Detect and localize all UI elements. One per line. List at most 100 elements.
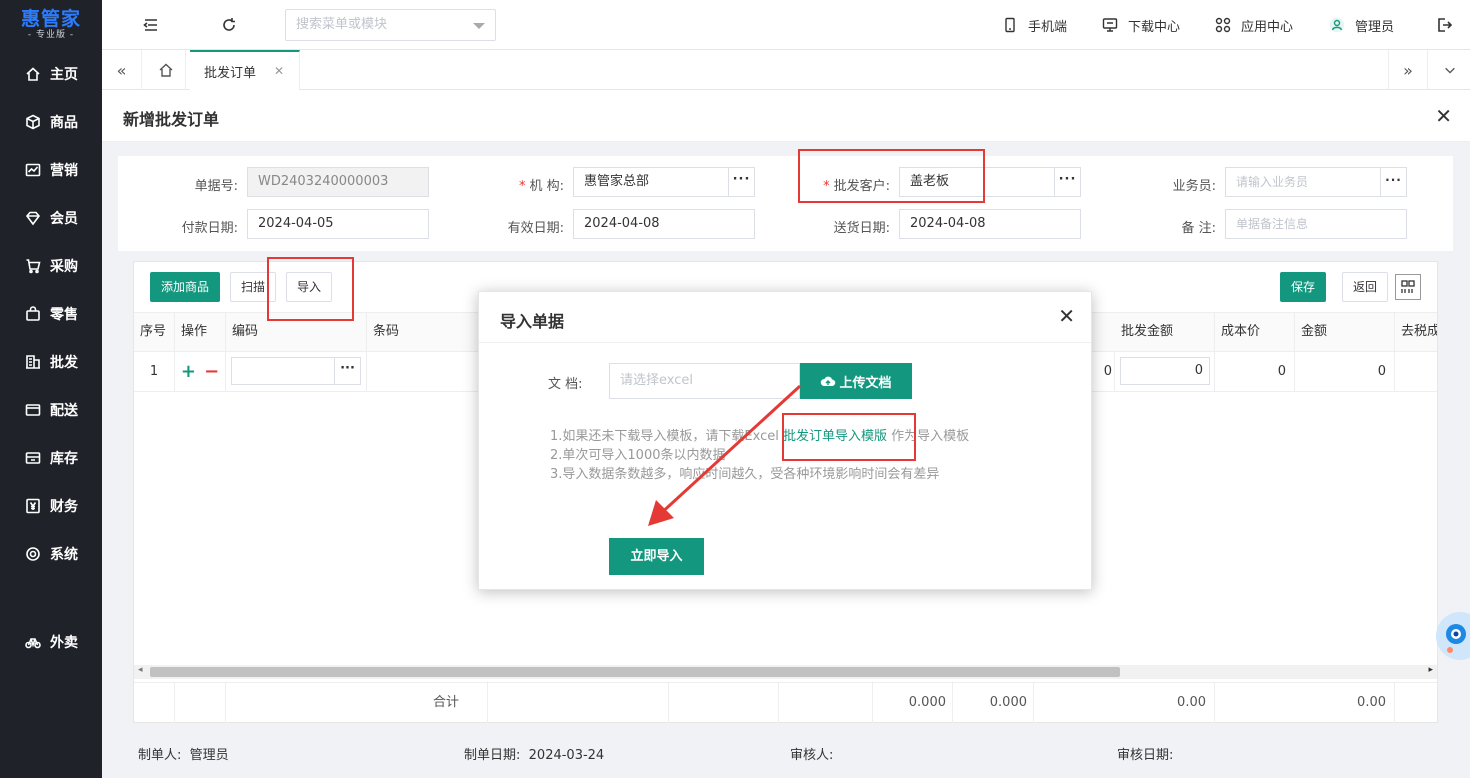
more-dots-icon[interactable]: ··· <box>728 168 754 196</box>
sidebar-item-3[interactable]: 会员 <box>0 194 102 242</box>
salesman-input[interactable]: 请输入业务员 ··· <box>1225 167 1407 197</box>
bike-icon <box>24 633 42 651</box>
code-input[interactable]: ··· <box>231 357 361 385</box>
download-center-link[interactable]: 下载中心 <box>1102 15 1180 35</box>
dialog-close-icon[interactable]: ✕ <box>1058 304 1075 328</box>
add-goods-button[interactable]: 添加商品 <box>150 272 221 302</box>
truck-icon <box>24 401 42 419</box>
excel-file-input[interactable]: 请选择excel <box>609 363 800 399</box>
column-settings-icon[interactable] <box>1395 274 1421 300</box>
audit-date-info: 审核日期: <box>1117 748 1174 763</box>
more-dots-icon[interactable]: ··· <box>1054 168 1080 196</box>
cloud-upload-icon <box>821 376 836 386</box>
app-center-link[interactable]: 应用中心 <box>1215 15 1293 35</box>
save-button[interactable]: 保存 <box>1280 272 1327 302</box>
apps-label: 应用中心 <box>1241 19 1294 35</box>
logo-text: 惠管家 <box>20 8 81 30</box>
sidebar-item-label: 采购 <box>50 259 78 275</box>
scan-button[interactable]: 扫描 <box>230 272 277 302</box>
sidebar-item-label: 营销 <box>50 163 78 179</box>
col-header: 金额 <box>1295 313 1395 351</box>
remark-input[interactable]: 单据备注信息 <box>1225 209 1407 239</box>
more-dots-icon[interactable]: ··· <box>334 358 360 384</box>
tip-1: 1.如果还未下载导入模板，请下载Excel 批发订单导入模版 作为导入模板 <box>550 429 970 444</box>
box-icon <box>24 113 42 131</box>
dialog-title: 导入单据 <box>500 312 565 331</box>
tab-wholesale-order[interactable]: 批发订单 ✕ <box>190 50 300 90</box>
import-dialog: 导入单据 ✕ 文 档: 请选择excel 上传文档 1.如果还未下载导入模板，请… <box>478 291 1092 590</box>
doc-label: 文 档: <box>548 377 583 392</box>
scrollbar-thumb[interactable] <box>150 667 1120 677</box>
sidebar-item-5[interactable]: 零售 <box>0 290 102 338</box>
footer-cell <box>669 683 779 723</box>
table-footer: 合计 0.000 0.000 0.00 0.00 <box>134 682 1437 723</box>
sidebar-item-7[interactable]: 配送 <box>0 386 102 434</box>
col-header: 操作 <box>175 313 226 351</box>
import-now-button[interactable]: 立即导入 <box>609 538 704 575</box>
horizontal-scrollbar[interactable]: ◂ ▸ <box>134 665 1437 679</box>
sidebar-item-10[interactable]: 系统 <box>0 530 102 578</box>
logout-icon[interactable] <box>1434 15 1454 35</box>
sidebar-item-label: 会员 <box>50 211 78 227</box>
import-tips: 1.如果还未下载导入模板，请下载Excel 批发订单导入模版 作为导入模板 2.… <box>550 427 969 484</box>
valid-date-field[interactable]: 2024-04-08 <box>573 209 755 239</box>
refresh-icon[interactable] <box>219 15 239 35</box>
pay-date-field[interactable]: 2024-04-05 <box>247 209 429 239</box>
sidebar-item-takeout[interactable]: 外卖 <box>0 618 102 666</box>
inventory-icon <box>24 449 42 467</box>
more-dots-icon[interactable]: ··· <box>1380 168 1406 196</box>
download-label: 下载中心 <box>1128 19 1181 35</box>
sidebar-item-0[interactable]: 主页 <box>0 50 102 98</box>
row-index: 1 <box>134 352 175 391</box>
org-field[interactable]: 惠管家总部 ··· <box>573 167 755 197</box>
chevron-down-icon <box>473 23 485 29</box>
user-menu[interactable]: 管理员 <box>1329 15 1394 35</box>
home-tab-icon[interactable] <box>146 50 186 90</box>
scroll-right-icon[interactable]: ▸ <box>1428 665 1433 675</box>
template-download-link[interactable]: 批发订单导入模版 <box>783 429 887 444</box>
sidebar-item-6[interactable]: 批发 <box>0 338 102 386</box>
footer-cell <box>488 683 669 723</box>
org-value: 惠管家总部 <box>584 174 650 189</box>
amount-cell: 0 <box>1115 352 1215 391</box>
amount-input[interactable]: 0 <box>1120 357 1210 385</box>
menu-toggle-icon[interactable] <box>141 15 161 35</box>
search-placeholder: 搜索菜单或模块 <box>296 17 388 32</box>
footer-total-label: 合计 <box>226 683 488 723</box>
delivery-date-field[interactable]: 2024-04-08 <box>899 209 1081 239</box>
sidebar-item-label: 系统 <box>50 547 78 563</box>
sidebar-item-label: 外卖 <box>50 635 78 651</box>
import-button[interactable]: 导入 <box>286 272 333 302</box>
mobile-label: 手机端 <box>1028 19 1068 35</box>
sidebar-item-1[interactable]: 商品 <box>0 98 102 146</box>
sidebar-item-8[interactable]: 库存 <box>0 434 102 482</box>
panel-header: 新增批发订单 ✕ <box>102 90 1470 142</box>
add-row-icon[interactable]: + <box>181 361 196 382</box>
panel-close-icon[interactable]: ✕ <box>1435 104 1452 128</box>
back-button[interactable]: 返回 <box>1342 272 1389 302</box>
tabs-more-chevron-icon[interactable] <box>1430 50 1470 90</box>
sidebar-item-4[interactable]: 采购 <box>0 242 102 290</box>
customer-field[interactable]: 盖老板 ··· <box>899 167 1081 197</box>
upload-document-button[interactable]: 上传文档 <box>800 363 912 399</box>
sidebar-item-9[interactable]: 财务 <box>0 482 102 530</box>
phone-icon <box>1002 17 1018 33</box>
user-name: 管理员 <box>1355 19 1395 35</box>
qty-cell[interactable]: 0 <box>1097 352 1115 391</box>
mobile-link[interactable]: 手机端 <box>1002 15 1067 35</box>
auditor-info: 审核人: <box>790 748 834 763</box>
tab-label: 批发订单 <box>204 65 257 81</box>
tabs-scroll-left-icon[interactable]: « <box>102 50 142 90</box>
remove-row-icon[interactable]: − <box>204 361 219 382</box>
menu-search-select[interactable]: 搜索菜单或模块 <box>285 9 496 41</box>
col-header: 去税成 <box>1401 324 1437 339</box>
code-cell: ··· <box>226 352 367 391</box>
doc-no-label: 单据号: <box>194 179 238 194</box>
close-tab-icon[interactable]: ✕ <box>274 64 284 78</box>
tabs-scroll-right-icon[interactable]: » <box>1388 50 1428 90</box>
sidebar-item-2[interactable]: 营销 <box>0 146 102 194</box>
upload-label: 上传文档 <box>839 375 892 391</box>
tab-bar: « 批发订单 ✕ » <box>102 50 1470 90</box>
scroll-left-icon[interactable]: ◂ <box>138 665 143 675</box>
assistant-robot-icon[interactable] <box>1434 604 1470 668</box>
